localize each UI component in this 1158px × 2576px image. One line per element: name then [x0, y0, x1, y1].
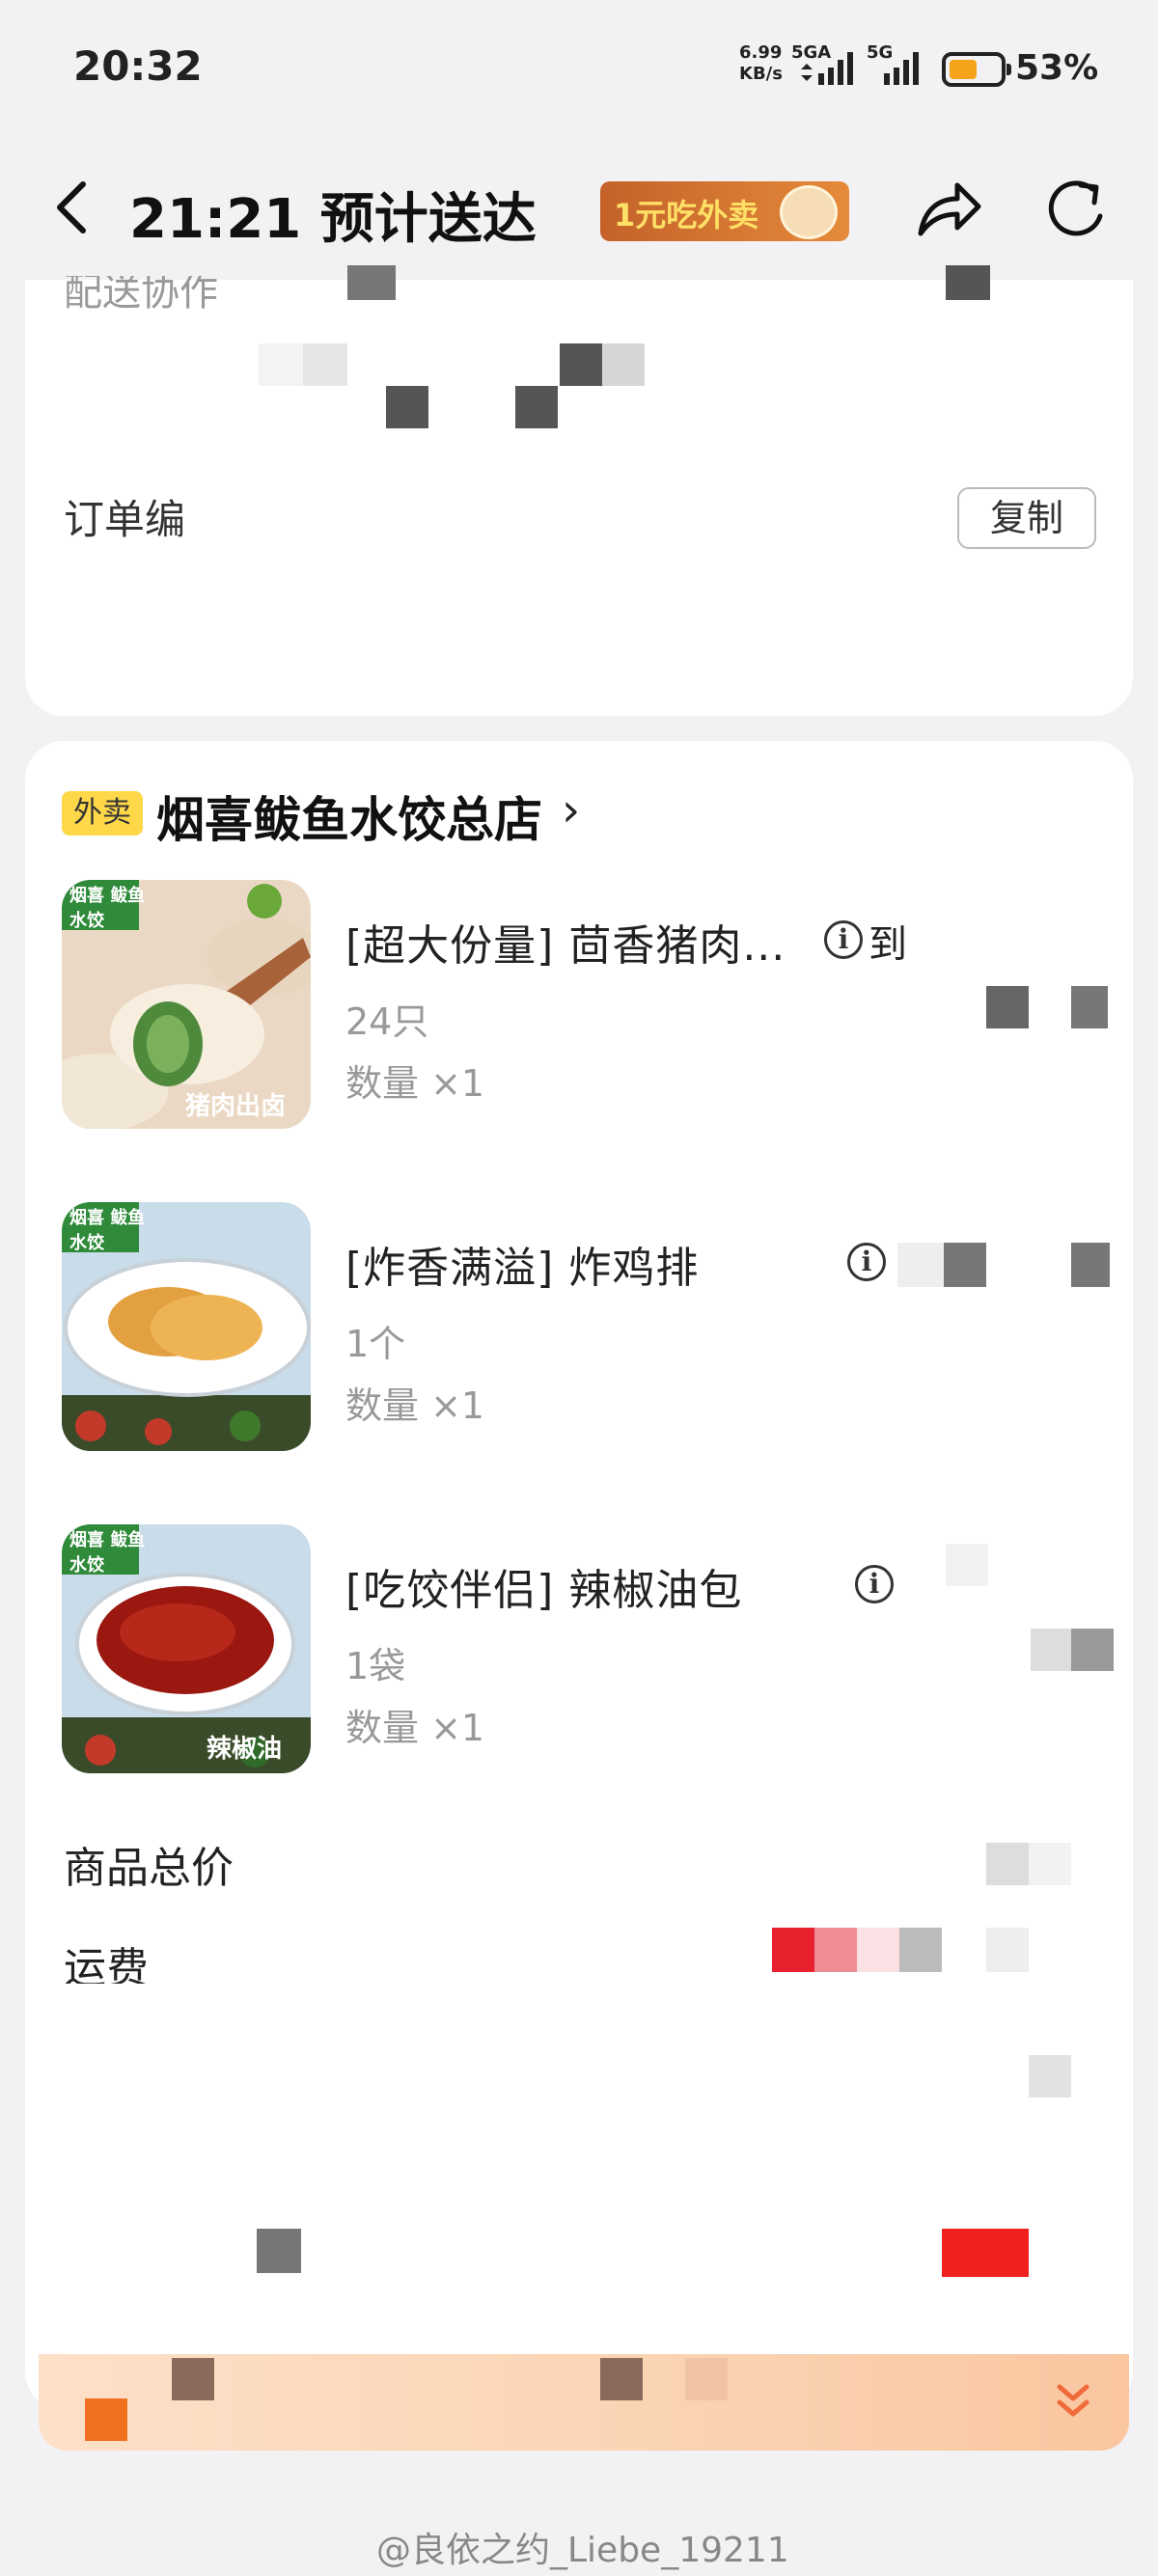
mascot-icon [780, 185, 838, 239]
item-quantity: 数量 ×1 [345, 1384, 485, 1427]
item-quantity: 数量 ×1 [345, 1062, 485, 1105]
item-quantity: 数量 ×1 [345, 1707, 485, 1749]
network-speed-value: 6.99 [739, 42, 783, 63]
back-arrow-icon[interactable] [48, 178, 96, 236]
item-title[interactable]: [炸香满溢] 炸鸡排 [345, 1233, 699, 1295]
shop-name[interactable]: 烟喜鲅鱼水饺总店 [156, 781, 542, 851]
thumb-caption: 辣椒油 [207, 1735, 283, 1764]
mosaic-block [600, 2358, 643, 2400]
mosaic-block [685, 2358, 728, 2400]
mosaic-block [946, 1544, 988, 1586]
item-title[interactable]: [超大份量] 茴香猪肉... [345, 911, 786, 973]
mosaic-block [347, 265, 396, 300]
mosaic-block [814, 1928, 857, 1972]
signal-strength-icon-2 [884, 52, 919, 85]
mosaic-block [303, 343, 347, 386]
mosaic-block [986, 986, 1029, 1028]
mosaic-block [257, 2229, 301, 2273]
item-spec: 1袋 [345, 1645, 406, 1687]
delivery-tag: 外卖 [62, 791, 143, 836]
mosaic-block [172, 2358, 214, 2400]
info-icon[interactable]: i [847, 1243, 886, 1281]
info-icon[interactable]: i [824, 920, 863, 959]
mosaic-block [944, 1243, 986, 1287]
mosaic-block [1029, 1843, 1071, 1885]
info-icon[interactable]: i [855, 1565, 894, 1603]
mosaic-block [942, 2229, 1029, 2277]
mosaic-block [899, 1928, 942, 1972]
watermark: @良依之约_Liebe_19211 [376, 2531, 789, 2570]
mosaic-block [515, 386, 558, 428]
mosaic-block [1071, 1243, 1110, 1287]
mosaic-block [986, 1928, 1029, 1972]
mosaic-block [857, 1928, 899, 1972]
network-speed: 6.99 KB/s [739, 42, 783, 85]
item-spec: 24只 [345, 1000, 429, 1043]
item-thumbnail[interactable]: 烟喜 鲅鱼水饺 辣椒油 [62, 1524, 311, 1773]
item-spec: 1个 [345, 1323, 406, 1365]
mosaic-block [386, 386, 428, 428]
mosaic-block [1031, 1629, 1071, 1671]
battery-percent: 53% [1015, 48, 1099, 88]
item-info-suffix: 到 [868, 922, 907, 967]
status-time: 20:32 [73, 42, 203, 90]
refresh-icon[interactable] [1042, 174, 1114, 245]
mosaic-block [1071, 1629, 1114, 1671]
mosaic-block [560, 343, 602, 386]
thumb-brand-label: 烟喜 鲅鱼水饺 [69, 1208, 146, 1253]
thumb-brand-label: 烟喜 鲅鱼水饺 [69, 886, 146, 931]
mosaic-block [986, 1843, 1029, 1885]
signal-strength-icon [801, 52, 853, 85]
copy-button[interactable]: 复制 [957, 487, 1096, 549]
thumb-brand-label: 烟喜 鲅鱼水饺 [69, 1530, 146, 1576]
network-speed-unit: KB/s [739, 64, 783, 84]
order-number-label: 订单编 [64, 496, 186, 543]
item-title[interactable]: [吃饺伴侣] 辣椒油包 [345, 1555, 742, 1617]
mosaic-block [946, 265, 990, 300]
mosaic-block [897, 1243, 944, 1287]
double-chevron-down-icon[interactable] [1054, 2379, 1092, 2422]
promo-label: 1元吃外卖 [614, 197, 759, 233]
mosaic-block [772, 1928, 814, 1972]
share-icon[interactable] [913, 174, 984, 241]
page-title: 21:21 预计送达 [129, 188, 537, 251]
item-thumbnail[interactable]: 烟喜 鲅鱼水饺 [62, 1202, 311, 1451]
mosaic-block [602, 343, 645, 386]
battery-icon [942, 52, 1011, 87]
promo-badge[interactable]: 1元吃外卖 [600, 181, 849, 241]
mosaic-block [85, 2398, 127, 2441]
chevron-right-icon[interactable]: › [562, 783, 580, 837]
goods-total-label: 商品总价 [64, 1844, 234, 1893]
thumb-caption: 猪肉出卤 [185, 1092, 287, 1121]
mosaic-block [1071, 986, 1108, 1028]
item-thumbnail[interactable]: 烟喜 鲅鱼水饺 猪肉出卤 [62, 880, 311, 1129]
mosaic-block [259, 343, 303, 386]
mosaic-block [1029, 2055, 1071, 2097]
